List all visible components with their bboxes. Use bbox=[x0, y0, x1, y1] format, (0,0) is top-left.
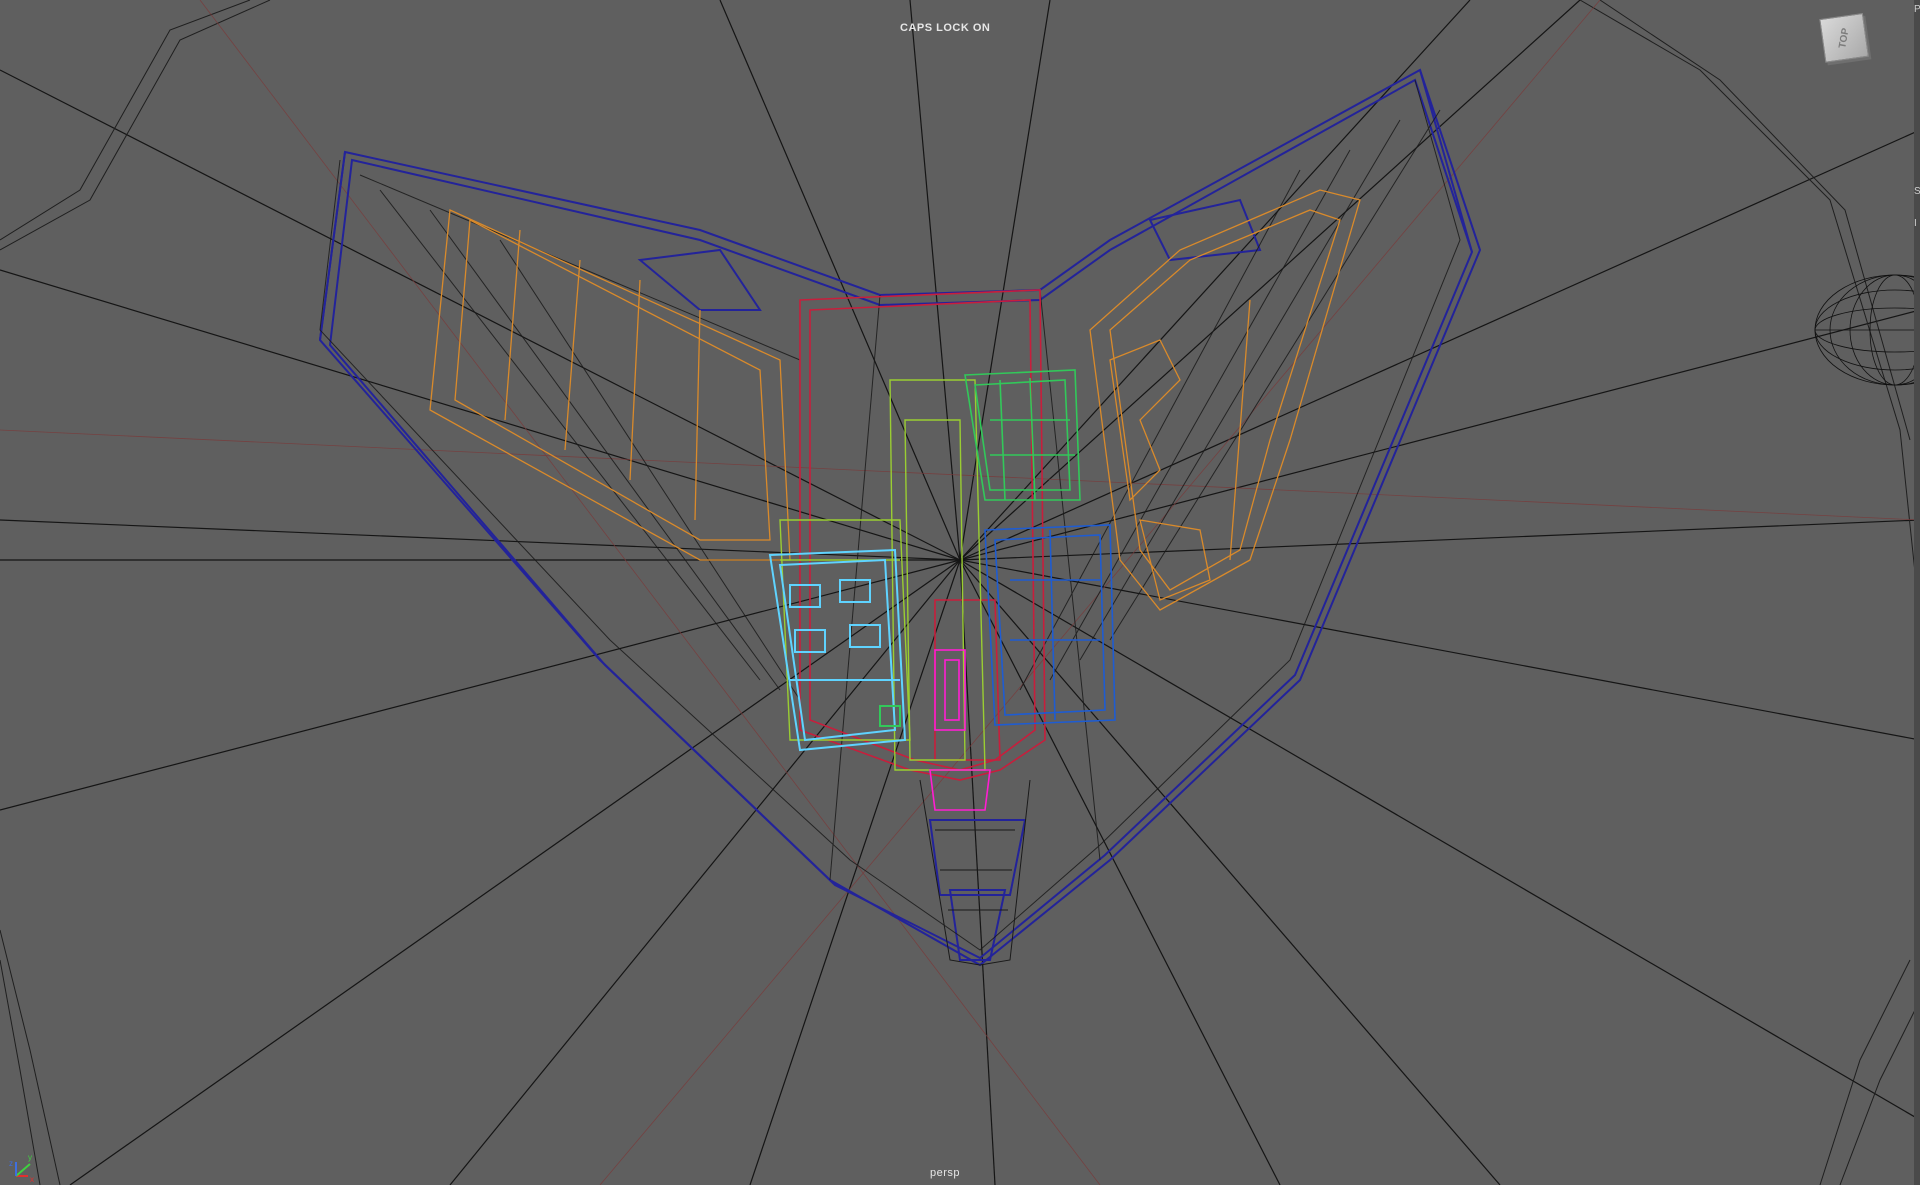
small-green-marker[interactable] bbox=[879, 705, 901, 727]
camera-name-label[interactable]: persp bbox=[930, 1167, 960, 1179]
scene-wireframe[interactable] bbox=[0, 0, 1920, 1185]
core-green-module[interactable] bbox=[964, 369, 1081, 501]
axis-x-label: x bbox=[30, 1175, 34, 1184]
edge-letter-i: I bbox=[1914, 218, 1917, 229]
aircraft-hull-inner bbox=[319, 79, 1461, 951]
axis-y-label: y bbox=[28, 1153, 32, 1162]
caps-lock-indicator: CAPS LOCK ON bbox=[900, 22, 991, 34]
red-guides bbox=[0, 0, 1920, 1185]
aircraft-hull[interactable] bbox=[318, 68, 1482, 967]
outer-ring bbox=[0, 0, 1920, 1185]
axis-gizmo: z y x bbox=[9, 1153, 34, 1184]
view-cube-label: TOP bbox=[1836, 26, 1852, 49]
right-panel-edge[interactable] bbox=[1914, 0, 1920, 1185]
view-cube[interactable]: TOP bbox=[1815, 9, 1871, 65]
edge-letter-s: S bbox=[1914, 186, 1920, 197]
core-magenta-module[interactable] bbox=[929, 649, 991, 811]
view-cube-top-face[interactable]: TOP bbox=[1819, 13, 1869, 63]
cockpit-frame[interactable] bbox=[799, 289, 1046, 781]
perspective-grid bbox=[0, 0, 1920, 1185]
3d-viewport[interactable]: CAPS LOCK ON persp TOP P S I z y x bbox=[0, 0, 1920, 1185]
axis-z-label: z bbox=[9, 1159, 13, 1168]
edge-letter-p: P bbox=[1914, 4, 1920, 15]
core-blue-module[interactable] bbox=[984, 524, 1116, 726]
sphere-mesh bbox=[1814, 274, 1920, 386]
left-wing-frame[interactable] bbox=[429, 209, 791, 561]
